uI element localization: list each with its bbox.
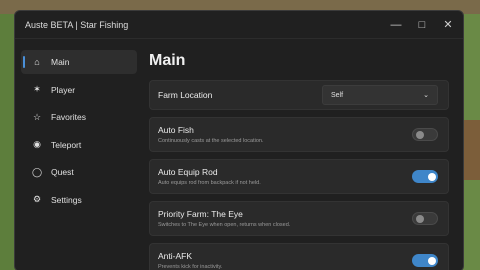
auto-fish-row: Auto Fish Continuously casts at the sele…: [149, 117, 449, 152]
sidebar-item-settings[interactable]: ⚙ Settings: [21, 188, 137, 212]
farm-location-value: Self: [331, 91, 344, 99]
auto-equip-rod-row: Auto Equip Rod Auto equips rod from back…: [149, 159, 449, 194]
person-icon: ✶: [33, 84, 41, 94]
sidebar-item-label: Quest: [51, 167, 74, 177]
sidebar-item-player[interactable]: ✶ Player: [21, 78, 137, 102]
auto-equip-rod-toggle[interactable]: [412, 170, 438, 183]
anti-afk-desc: Prevents kick for inactivity.: [158, 264, 223, 270]
close-icon[interactable]: ✕: [437, 14, 459, 36]
chevron-down-icon: ⌄: [423, 92, 429, 99]
sidebar-item-main[interactable]: ⌂ Main: [21, 50, 137, 74]
priority-farm-row: Priority Farm: The Eye Switches to The E…: [149, 201, 449, 236]
sidebar-item-teleport[interactable]: ◉ Teleport: [21, 133, 137, 157]
auto-fish-toggle[interactable]: [412, 128, 438, 141]
chat-bubble-icon: ◯: [31, 166, 43, 177]
anti-afk-row: Anti-AFK Prevents kick for inactivity.: [149, 243, 449, 270]
window-title: Auste BETA | Star Fishing: [25, 19, 129, 30]
auto-equip-rod-title: Auto Equip Rod: [158, 167, 218, 177]
map-pin-icon: ◉: [33, 139, 41, 149]
sidebar-item-label: Favorites: [51, 112, 86, 122]
sidebar-item-label: Main: [51, 57, 70, 67]
farm-location-label: Farm Location: [158, 90, 213, 100]
sidebar-item-quest[interactable]: ◯ Quest: [21, 160, 137, 184]
maximize-icon[interactable]: □: [411, 14, 433, 36]
title-bar[interactable]: Auste BETA | Star Fishing — □ ✕: [15, 11, 463, 39]
script-window: Auste BETA | Star Fishing — □ ✕ ⌂ Main ✶…: [14, 10, 464, 270]
priority-farm-toggle[interactable]: [412, 212, 438, 225]
main-content: Main Farm Location Self ⌄ Auto Fish Cont…: [149, 40, 463, 270]
star-icon: ☆: [32, 111, 42, 122]
sidebar-item-label: Player: [51, 84, 76, 95]
farm-location-dropdown[interactable]: Self ⌄: [322, 85, 438, 105]
anti-afk-title: Anti-AFK: [158, 251, 193, 261]
sidebar-item-label: Teleport: [51, 139, 82, 150]
auto-equip-rod-desc: Auto equips rod from backpack if not hel…: [158, 180, 261, 186]
anti-afk-toggle[interactable]: [412, 254, 438, 267]
sidebar: ⌂ Main ✶ Player ☆ Favorites ◉ Teleport ◯…: [15, 40, 143, 270]
page-title: Main: [149, 52, 186, 69]
minimize-icon[interactable]: —: [385, 14, 407, 36]
auto-fish-title: Auto Fish: [158, 125, 194, 135]
auto-fish-desc: Continuously casts at the selected locat…: [158, 138, 264, 144]
farm-location-row: Farm Location Self ⌄: [149, 80, 449, 110]
sidebar-item-favorites[interactable]: ☆ Favorites: [21, 105, 137, 129]
priority-farm-title: Priority Farm: The Eye: [158, 209, 243, 219]
priority-farm-desc: Switches to The Eye when open, returns w…: [158, 222, 291, 228]
sidebar-item-label: Settings: [51, 194, 82, 205]
home-icon: ⌂: [34, 57, 40, 67]
gear-icon: ⚙: [32, 194, 42, 204]
